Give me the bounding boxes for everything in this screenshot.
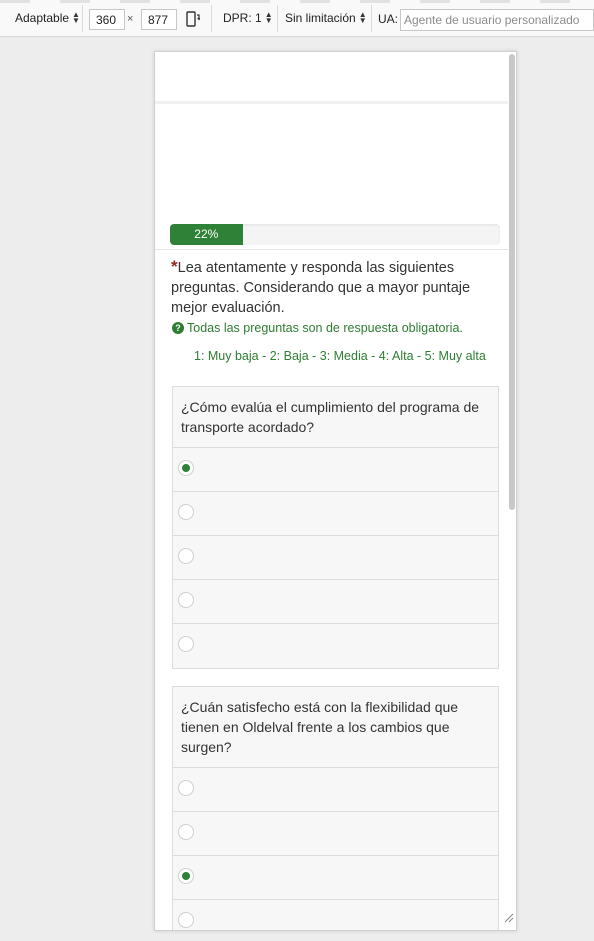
progress-fill: 22% [170,224,243,245]
radio-button[interactable] [178,780,194,796]
device-select-label: Adaptable [15,11,70,25]
select-arrows-icon: ▲ ▼ [264,10,273,25]
ua-label: UA: [378,12,399,26]
answer-option-2[interactable] [173,492,498,536]
radio-button[interactable] [178,460,194,476]
progress-section: 22% [155,104,508,250]
toolbar-divider [371,5,372,32]
radio-button[interactable] [178,868,194,884]
user-agent-input[interactable]: Agente de usuario personalizado [400,9,594,31]
intro-text: *Lea atentamente y responda las siguient… [171,257,501,318]
radio-button[interactable] [178,592,194,608]
intro-paragraph: Lea atentamente y responda las siguiente… [171,260,471,316]
toolbar-divider [82,5,83,32]
answer-option-5[interactable] [173,624,498,668]
viewport-scrollbar[interactable] [509,54,515,510]
radio-button[interactable] [178,636,194,652]
width-input[interactable] [89,9,125,30]
user-agent-placeholder: Agente de usuario personalizado [404,13,580,27]
answer-option-3[interactable] [173,536,498,580]
select-arrows-icon: ▲ ▼ [72,10,80,25]
radio-button[interactable] [178,824,194,840]
radio-button[interactable] [178,912,194,928]
device-viewport: 22% *Lea atentamente y responda las sigu… [154,51,517,931]
dpr-label: DPR: 1 [223,11,262,25]
device-select[interactable]: Adaptable ▲ ▼ [15,10,80,26]
answer-option-1[interactable] [173,448,498,492]
progress-bar: 22% [170,224,500,245]
rotate-device-icon[interactable] [186,11,201,30]
toolbar-top-edge [0,0,594,3]
toolbar-divider [211,5,212,32]
answer-option-1[interactable] [173,768,498,812]
question-block: ¿Cómo evalúa el cumplimiento del program… [172,386,499,669]
responsive-toolbar: Adaptable ▲▼ × DPR: 1 ▲▼ Sin limitación … [0,0,594,37]
answer-option-2[interactable] [173,812,498,856]
height-input[interactable] [141,9,177,30]
mandatory-note-text: Todas las preguntas son de respuesta obl… [187,321,463,335]
radio-button[interactable] [178,548,194,564]
radio-button[interactable] [178,504,194,520]
dimension-separator: × [127,13,134,25]
toolbar-divider [277,5,278,32]
throttle-select[interactable]: Sin limitación ▲ ▼ [285,10,367,26]
mandatory-note: ? Todas las preguntas son de respuesta o… [172,321,502,335]
answer-option-4[interactable] [173,900,498,930]
question-block: ¿Cuán satisfecho está con la flexibilida… [172,686,499,930]
resize-handle-icon[interactable] [502,910,514,928]
throttle-label: Sin limitación [285,11,356,25]
required-asterisk: * [171,257,178,276]
answer-option-3[interactable] [173,856,498,900]
question-title: ¿Cuán satisfecho está con la flexibilida… [173,687,498,768]
dpr-select[interactable]: DPR: 1 ▲ ▼ [223,10,273,26]
answer-option-4[interactable] [173,580,498,624]
page-header [155,52,508,104]
rating-scale: 1: Muy baja - 2: Baja - 3: Media - 4: Al… [194,349,486,363]
question-title: ¿Cómo evalúa el cumplimiento del program… [173,387,498,448]
question-circle-icon: ? [172,322,184,334]
select-arrows-icon: ▲ ▼ [358,10,367,25]
